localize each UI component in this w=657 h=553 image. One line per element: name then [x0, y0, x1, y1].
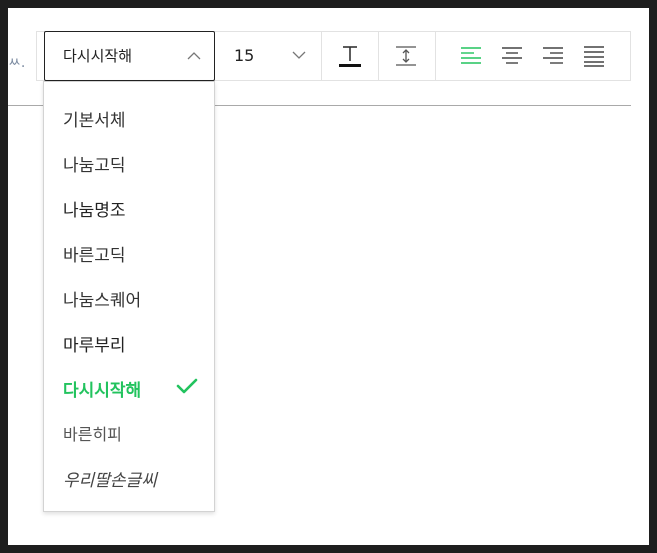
checkmark-icon — [176, 378, 198, 394]
line-height-icon — [396, 46, 416, 66]
align-center-button[interactable] — [492, 32, 532, 80]
font-option[interactable]: 나눔스퀘어 — [44, 276, 214, 316]
font-family-value: 다시시작해 — [63, 47, 133, 65]
line-height-button[interactable] — [386, 32, 426, 80]
align-right-icon — [543, 47, 563, 64]
chevron-up-icon — [187, 52, 201, 60]
font-option[interactable]: 우리딸손글씨 — [44, 456, 214, 496]
font-size-select[interactable]: 15 — [223, 32, 321, 80]
toolbar-divider — [435, 32, 436, 80]
font-option-selected[interactable]: 다시시작해 — [44, 366, 214, 406]
text-color-icon — [339, 46, 361, 67]
align-left-button[interactable] — [451, 32, 491, 80]
toolbar-divider — [378, 32, 379, 80]
align-justify-icon — [584, 46, 604, 67]
font-option[interactable]: 나눔명조 — [44, 186, 214, 226]
align-center-icon — [502, 47, 522, 64]
font-option[interactable]: 바른고딕 — [44, 231, 214, 271]
font-family-select[interactable]: 다시시작해 — [44, 31, 215, 81]
editor-text-fragment: ㅆ. — [8, 55, 26, 71]
font-option[interactable]: 마루부리 — [44, 321, 214, 361]
editor-canvas: ㅆ. 다시시작해 15 기본서체 나눔고딕 나눔명조 바른고딕 나눔스퀘어 마루… — [8, 8, 649, 545]
font-option[interactable]: 기본서체 — [44, 96, 214, 136]
font-family-dropdown: 기본서체 나눔고딕 나눔명조 바른고딕 나눔스퀘어 마루부리 다시시작해 바른히… — [43, 81, 215, 512]
text-color-button[interactable] — [330, 32, 370, 80]
font-option[interactable]: 나눔고딕 — [44, 141, 214, 181]
align-right-button[interactable] — [533, 32, 573, 80]
chevron-down-icon — [292, 51, 306, 59]
font-option[interactable]: 바른히피 — [44, 411, 214, 451]
align-justify-button[interactable] — [574, 32, 614, 80]
font-size-value: 15 — [234, 46, 255, 65]
toolbar-divider — [321, 32, 322, 80]
align-left-icon — [461, 47, 481, 64]
